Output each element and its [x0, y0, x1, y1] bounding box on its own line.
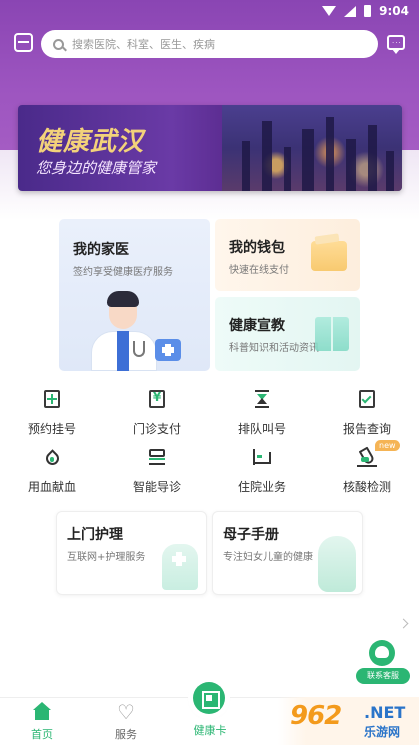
family-doctor-card[interactable]: 我的家医 签约享受健康医疗服务	[59, 219, 210, 371]
health-education-card[interactable]: 健康宣教 科普知识和活动资讯	[215, 297, 360, 371]
health-education-title: 健康宣教	[229, 318, 285, 334]
message-icon[interactable]: ···	[387, 35, 405, 54]
mother-child-icon	[318, 536, 356, 592]
service-register[interactable]: 预约挂号	[12, 388, 92, 438]
doctor-illustration	[89, 291, 161, 371]
bed-icon	[251, 446, 273, 468]
layers-icon	[146, 446, 168, 468]
home-care-card[interactable]: 上门护理 互联网+护理服务	[56, 511, 207, 595]
blood-drop-icon	[41, 446, 63, 468]
watermark-net: .NET	[364, 703, 406, 722]
register-icon	[41, 388, 63, 410]
service-label: 住院业务	[237, 480, 286, 494]
city-skyline-image	[222, 105, 402, 191]
nav-service[interactable]: ♡ 服务	[96, 702, 156, 742]
watermark-sub: 乐游网	[364, 725, 401, 739]
nurse-cap-icon	[162, 544, 198, 590]
report-check-icon	[356, 388, 378, 410]
customer-service-label: 联系客服	[356, 668, 410, 684]
yen-payment-icon: ¥	[146, 388, 168, 410]
service-label: 核酸检测	[342, 480, 391, 494]
nav-health-card[interactable]: 健康卡	[180, 722, 240, 738]
medkit-icon	[155, 339, 181, 361]
menu-icon[interactable]	[14, 33, 33, 52]
signal-icon	[344, 5, 357, 17]
service-label: 报告查询	[342, 422, 391, 436]
status-time: 9:04	[379, 4, 409, 18]
home-care-title: 上门护理	[67, 527, 123, 543]
service-guide[interactable]: 智能导诊	[117, 446, 197, 496]
banner[interactable]: 健康武汉 您身边的健康管家	[18, 105, 402, 191]
service-label: 用血献血	[27, 480, 76, 494]
watermark: 962 .NET 乐游网	[278, 697, 419, 745]
headset-icon	[369, 640, 395, 666]
battery-icon	[364, 5, 372, 17]
home-care-subtitle: 互联网+护理服务	[67, 552, 146, 563]
new-badge: new	[375, 440, 400, 451]
wallet-title: 我的钱包	[229, 240, 285, 256]
wifi-icon	[322, 6, 337, 16]
wallet-card[interactable]: 我的钱包 快速在线支付	[215, 219, 360, 291]
chevron-right-icon[interactable]	[398, 618, 409, 629]
banner-title: 健康武汉	[36, 127, 145, 157]
customer-service-button[interactable]: 联系客服	[356, 640, 410, 686]
family-doctor-title: 我的家医	[73, 242, 129, 258]
home-icon	[32, 702, 52, 722]
status-bar: 9:04	[0, 0, 419, 22]
search-icon	[53, 38, 64, 50]
service-label: 预约挂号	[27, 422, 76, 436]
service-label: 门诊支付	[132, 422, 181, 436]
service-nucleic-test[interactable]: new 核酸检测	[327, 440, 407, 496]
banner-subtitle: 您身边的健康管家	[36, 159, 157, 177]
nav-home-label: 首页	[31, 728, 53, 741]
book-icon	[315, 317, 349, 351]
service-report[interactable]: 报告查询	[327, 388, 407, 438]
service-queue[interactable]: 排队叫号	[222, 388, 302, 438]
qr-code-icon[interactable]	[193, 682, 225, 714]
nav-home[interactable]: 首页	[12, 702, 72, 742]
mother-child-subtitle: 专注妇女儿童的健康	[223, 552, 313, 563]
health-education-subtitle: 科普知识和活动资讯	[229, 343, 319, 354]
service-blood[interactable]: 用血献血	[12, 446, 92, 496]
wallet-icon	[311, 241, 347, 271]
nav-service-label: 服务	[115, 728, 137, 741]
family-doctor-subtitle: 签约享受健康医疗服务	[73, 267, 173, 278]
watermark-logo: 962	[290, 701, 342, 731]
service-label: 智能导诊	[132, 480, 181, 494]
mother-child-card[interactable]: 母子手册 专注妇女儿童的健康	[212, 511, 363, 595]
service-inpatient[interactable]: 住院业务	[222, 446, 302, 496]
wallet-subtitle: 快速在线支付	[229, 265, 289, 276]
heart-icon: ♡	[117, 700, 135, 724]
search-input[interactable]: 搜索医院、科室、医生、疾病	[41, 30, 378, 58]
service-label: 排队叫号	[237, 422, 286, 436]
nav-health-card-label: 健康卡	[193, 724, 227, 737]
hourglass-icon	[251, 388, 273, 410]
search-placeholder: 搜索医院、科室、医生、疾病	[72, 38, 215, 51]
service-payment[interactable]: ¥ 门诊支付	[117, 388, 197, 438]
mother-child-title: 母子手册	[223, 527, 279, 543]
